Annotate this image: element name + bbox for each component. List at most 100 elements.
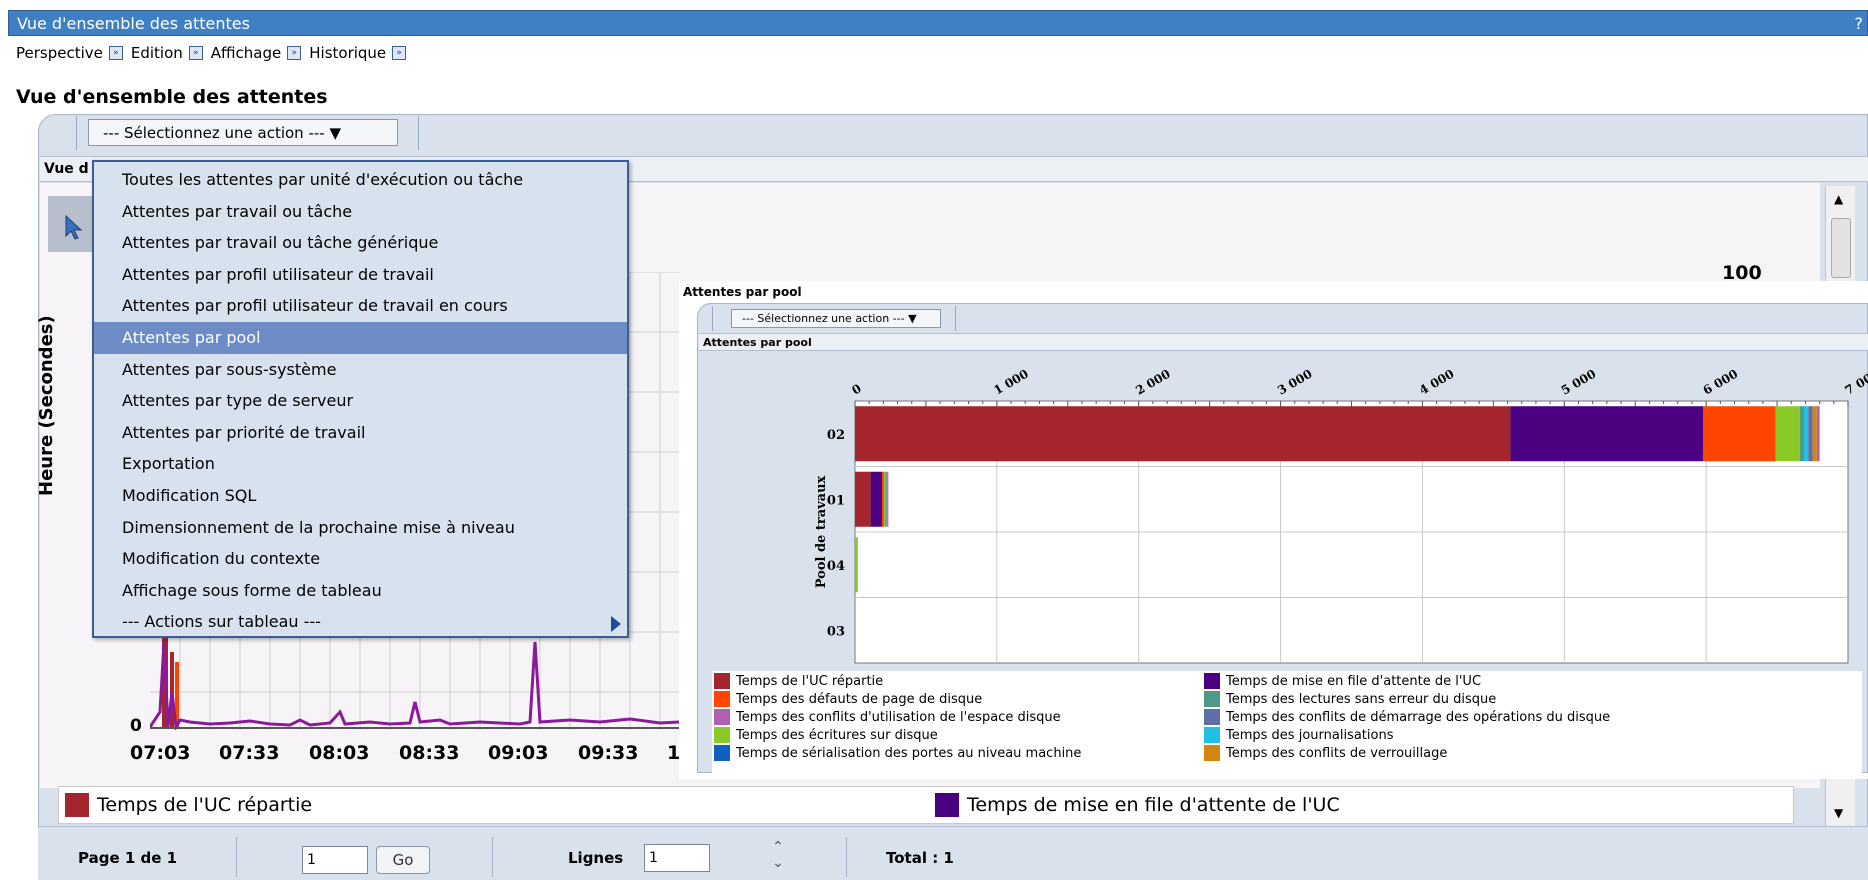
x-tick-label: 7 000 <box>1843 367 1868 398</box>
legend-label: Temps des conflits d'utilisation de l'es… <box>736 709 1061 725</box>
menu-bar: Perspective » Edition » Affichage » Histori… <box>16 44 407 62</box>
bar-segment <box>886 471 887 527</box>
dropdown-item[interactable]: Toutes les attentes par unité d'exécutio… <box>94 164 627 196</box>
pool-legend-item: Temps des lectures sans erreur du disque <box>1204 691 1496 707</box>
menu-label: Edition <box>130 44 183 62</box>
dropdown-item[interactable]: Attentes par travail ou tâche <box>94 196 627 228</box>
pool-legend: Temps de l'UC répartie Temps de mise en f… <box>712 671 1862 779</box>
dropdown-item[interactable]: Attentes par pool <box>94 322 627 354</box>
dropdown-item[interactable]: Attentes par priorité de travail <box>94 417 627 449</box>
pool-legend-item: Temps des conflits d'utilisation de l'es… <box>714 709 1061 725</box>
menu-label: Historique <box>309 44 387 62</box>
menu-affichage[interactable]: Affichage » <box>211 44 302 62</box>
dropdown-item[interactable]: Exportation <box>94 448 627 480</box>
x-tick-label: 2 000 <box>1133 367 1173 398</box>
legend-label: Temps de l'UC répartie <box>97 794 313 816</box>
bar-segment <box>1816 406 1820 462</box>
legend-label: Temps des conflits de verrouillage <box>1226 745 1448 761</box>
x-tick-label: 6 000 <box>1701 367 1741 398</box>
y-tick-label: 03 <box>827 624 845 639</box>
window-title: Vue d'ensemble des attentes <box>17 14 250 33</box>
bar-segment <box>855 537 858 593</box>
y-axis-label: Pool de travaux <box>814 475 829 588</box>
legend-label: Temps de sérialisation des portes au niv… <box>736 745 1082 761</box>
dropdown-item[interactable]: Modification SQL <box>94 480 627 512</box>
page-input[interactable] <box>302 846 368 874</box>
pool-toolbar-separator <box>955 306 956 331</box>
pool-bar-chart: 0 1 000 2 000 3 000 4 000 5 000 6 000 7 000 02 01… <box>814 367 1868 664</box>
toolbar-separator <box>76 116 77 150</box>
pool-legend-item: Temps des journalisations <box>1204 727 1393 743</box>
bar-separator <box>846 837 847 877</box>
bar-segment <box>1775 406 1800 462</box>
menu-expand-icon[interactable]: » <box>392 46 407 60</box>
page-label: Page 1 de 1 <box>78 849 178 867</box>
pool-legend-item: Temps des écritures sur disque <box>714 727 938 743</box>
dropdown-item[interactable]: Attentes par profil utilisateur de trava… <box>94 290 627 322</box>
pool-legend-item: Temps de sérialisation des portes au niv… <box>714 745 1081 761</box>
legend-label: Temps des journalisations <box>1226 727 1394 743</box>
bg-y-axis-label: Heure (Secondes) <box>36 315 57 496</box>
lines-input[interactable] <box>644 844 710 872</box>
menu-expand-icon[interactable]: » <box>108 46 123 60</box>
bg-legend-item: Temps de mise en file d'attente de l'UC <box>935 793 1340 817</box>
bar-segment <box>1703 406 1776 462</box>
dropdown-item[interactable]: Dimensionnement de la prochaine mise à n… <box>94 512 627 544</box>
help-icon[interactable]: ? <box>1855 14 1864 33</box>
pool-action-label: --- Sélectionnez une action --- <box>742 312 905 325</box>
pool-action-select[interactable]: --- Sélectionnez une action --- ▼ <box>731 309 941 328</box>
scroll-thumb[interactable] <box>1831 218 1851 278</box>
pool-legend-item: Temps des conflits de verrouillage <box>1204 745 1447 761</box>
go-button[interactable]: Go <box>376 846 430 874</box>
bar-segment <box>881 471 885 527</box>
dropdown-item[interactable]: Attentes par sous-système <box>94 354 627 386</box>
legend-swatch <box>1204 691 1220 707</box>
bar-segment <box>1808 406 1813 462</box>
bg-x-tick: 09:03 <box>488 742 549 764</box>
bar-segment <box>1799 406 1805 462</box>
page-title: Vue d'ensemble des attentes <box>16 86 328 108</box>
legend-swatch <box>714 673 730 689</box>
scroll-up-icon[interactable]: ▲ <box>1834 192 1843 206</box>
dropdown-item[interactable]: Affichage sous forme de tableau <box>94 575 627 607</box>
x-tick-label: 5 000 <box>1559 367 1599 398</box>
dropdown-item[interactable]: Attentes par profil utilisateur de trava… <box>94 259 627 291</box>
bg-legend: Temps de l'UC répartie Temps de mise en … <box>58 786 1794 824</box>
action-select-label: --- Sélectionnez une action --- <box>103 124 325 142</box>
dropdown-item[interactable]: Attentes par type de serveur <box>94 385 627 417</box>
toolbar-separator <box>418 116 419 150</box>
legend-swatch <box>1204 709 1220 725</box>
stepper-up-icon[interactable]: ⌃ <box>770 839 786 855</box>
pointer-tool-button[interactable] <box>48 196 96 252</box>
x-tick-label: 3 000 <box>1275 367 1315 398</box>
menu-expand-icon[interactable]: » <box>287 46 302 60</box>
menu-historique[interactable]: Historique » <box>309 44 407 62</box>
menu-perspective[interactable]: Perspective » <box>16 44 123 62</box>
pool-subheader: Attentes par pool <box>699 333 1868 351</box>
bg-x-tick: 07:03 <box>130 742 191 764</box>
lines-stepper[interactable]: ⌃ ⌄ <box>770 839 786 875</box>
dropdown-item[interactable]: Attentes par travail ou tâche générique <box>94 227 627 259</box>
bar-segment <box>884 471 886 527</box>
x-tick-label: 4 000 <box>1417 367 1457 398</box>
bar-segment <box>1510 406 1704 462</box>
menu-expand-icon[interactable]: » <box>188 46 203 60</box>
stepper-down-icon[interactable]: ⌄ <box>770 855 786 871</box>
action-select[interactable]: --- Sélectionnez une action --- ▼ <box>88 119 398 146</box>
bar-segment <box>855 406 1511 462</box>
pool-window: Attentes par pool --- Sélectionnez une a… <box>679 281 1868 779</box>
dropdown-item[interactable]: Modification du contexte <box>94 543 627 575</box>
legend-swatch <box>714 727 730 743</box>
x-tick-label: 0 <box>850 381 864 397</box>
dropdown-item[interactable]: --- Actions sur tableau --- <box>94 606 627 638</box>
pool-toolbar-separator <box>712 306 713 331</box>
pool-window-title: Attentes par pool <box>683 285 802 299</box>
legend-swatch <box>714 709 730 725</box>
legend-swatch <box>1204 745 1220 761</box>
legend-swatch <box>65 793 89 817</box>
pool-legend-item: Temps de l'UC répartie <box>714 673 883 689</box>
pool-legend-item: Temps de mise en file d'attente de l'UC <box>1204 673 1481 689</box>
x-tick-label: 1 000 <box>991 367 1031 398</box>
menu-edition[interactable]: Edition » <box>131 44 203 62</box>
scroll-down-icon[interactable]: ▼ <box>1834 806 1843 820</box>
